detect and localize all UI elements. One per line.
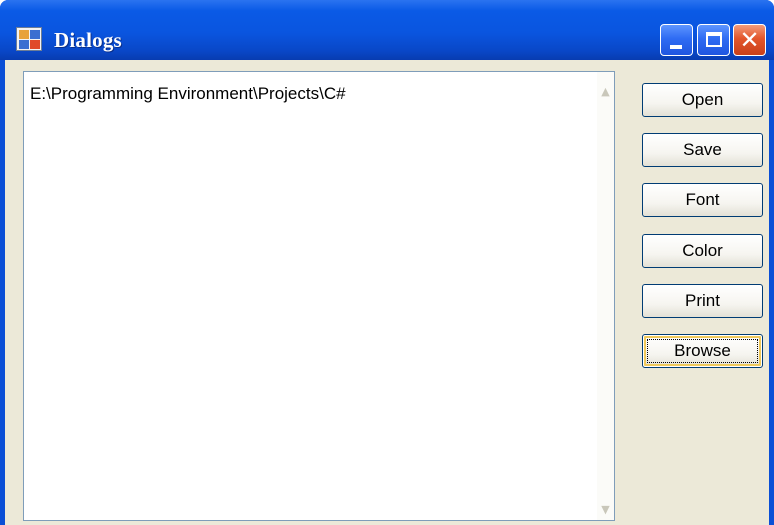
close-icon: ✕ bbox=[739, 26, 760, 54]
color-button[interactable]: Color bbox=[642, 234, 763, 268]
dialogs-window: Dialogs ✕ E:\Programming Environment\Pro… bbox=[0, 0, 774, 525]
minimize-button[interactable] bbox=[660, 24, 693, 56]
client-area: E:\Programming Environment\Projects\C# ▲… bbox=[5, 60, 769, 525]
save-button[interactable]: Save bbox=[642, 133, 763, 167]
path-text: E:\Programming Environment\Projects\C# bbox=[30, 84, 346, 103]
app-icon[interactable] bbox=[16, 27, 42, 51]
title-bar[interactable]: Dialogs ✕ bbox=[0, 0, 774, 60]
window-title: Dialogs bbox=[54, 28, 122, 52]
browse-button[interactable]: Browse bbox=[642, 334, 763, 368]
maximize-button[interactable] bbox=[697, 24, 730, 56]
minimize-icon bbox=[670, 45, 682, 49]
print-button[interactable]: Print bbox=[642, 284, 763, 318]
open-button[interactable]: Open bbox=[642, 83, 763, 117]
close-button[interactable]: ✕ bbox=[733, 24, 766, 56]
path-textbox[interactable]: E:\Programming Environment\Projects\C# ▲… bbox=[23, 71, 615, 521]
maximize-icon bbox=[706, 32, 722, 47]
font-button[interactable]: Font bbox=[642, 183, 763, 217]
scroll-down-icon[interactable]: ▼ bbox=[598, 501, 613, 518]
scroll-up-icon[interactable]: ▲ bbox=[598, 83, 613, 100]
vertical-scrollbar[interactable]: ▲ ▼ bbox=[597, 72, 614, 520]
